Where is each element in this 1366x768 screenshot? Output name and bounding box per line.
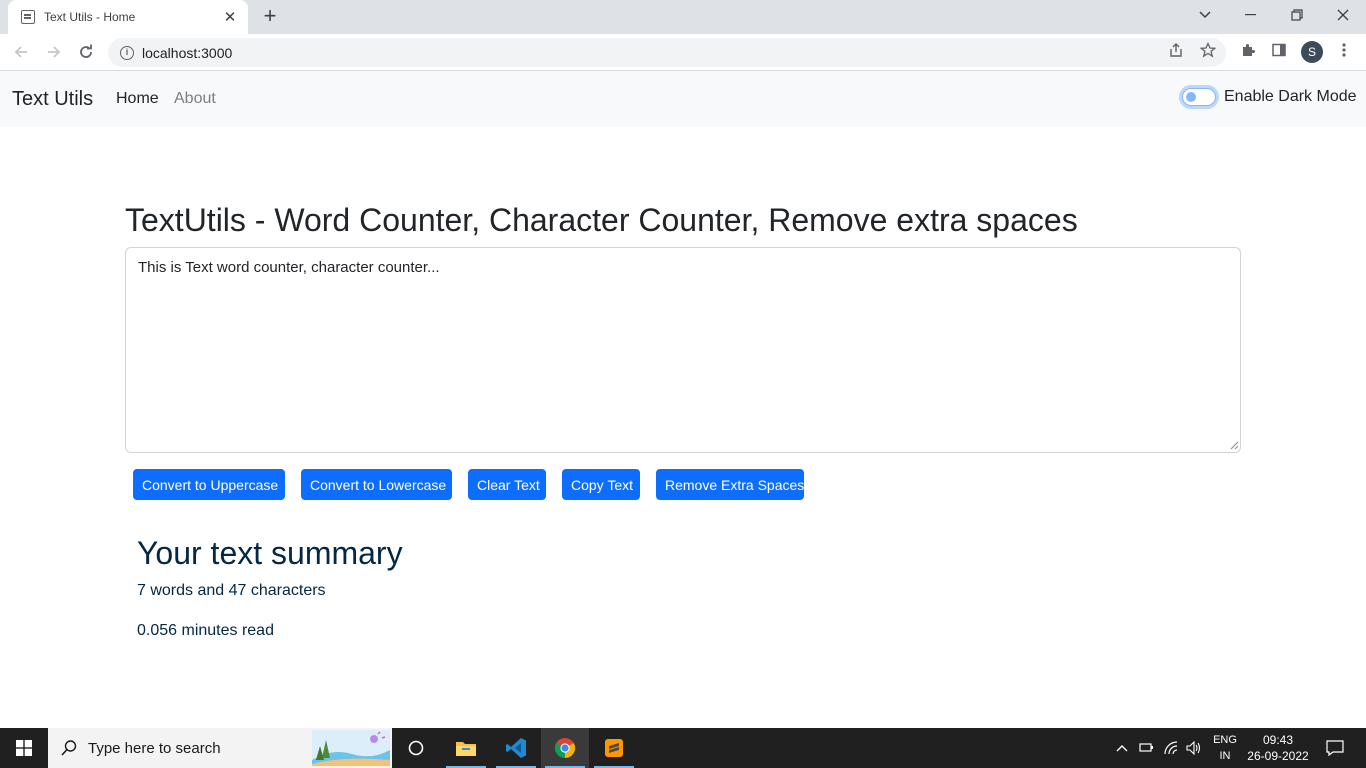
language-code: ENG (1213, 734, 1237, 746)
text-input-area[interactable]: This is Text word counter, character cou… (125, 247, 1241, 453)
input-language[interactable]: ENG IN (1208, 732, 1242, 764)
clock-date: 26-09-2022 (1247, 749, 1309, 763)
network-icon[interactable] (1161, 728, 1183, 768)
show-hidden-icons-icon[interactable] (1113, 728, 1131, 768)
word-char-count: 7 words and 47 characters (137, 582, 326, 599)
read-time: 0.056 minutes read (137, 622, 274, 639)
file-explorer-icon[interactable] (442, 728, 490, 768)
volume-icon[interactable] (1184, 728, 1204, 768)
notification-center-icon[interactable] (1318, 728, 1352, 768)
dark-mode-toggle[interactable]: Enable Dark Mode (1182, 88, 1357, 106)
summary-heading: Your text summary (137, 535, 403, 571)
reload-icon[interactable] (74, 40, 98, 64)
power-icon[interactable] (1136, 728, 1156, 768)
profile-avatar[interactable]: S (1301, 41, 1323, 63)
browser-tabstrip: Text Utils - Home ✕ + (0, 0, 1366, 34)
page-title: TextUtils - Word Counter, Character Coun… (125, 202, 1078, 238)
extensions-icon[interactable] (1239, 41, 1257, 59)
close-window-icon[interactable] (1320, 0, 1366, 30)
dark-mode-label[interactable]: Enable Dark Mode (1224, 88, 1357, 106)
remove-extra-spaces-button[interactable]: Remove Extra Spaces (656, 469, 804, 500)
region-code: IN (1219, 750, 1231, 762)
resize-grip-icon[interactable] (1230, 441, 1239, 450)
system-clock[interactable]: 09:43 26-09-2022 (1244, 732, 1312, 764)
search-icon (61, 740, 77, 756)
browser-tab[interactable]: Text Utils - Home ✕ (8, 0, 248, 34)
windows-start-icon[interactable] (0, 728, 48, 768)
taskbar-search[interactable]: Type here to search (48, 728, 392, 768)
navbar-brand[interactable]: Text Utils (12, 88, 93, 111)
forward-icon[interactable] (42, 40, 66, 64)
app-navbar: Text Utils Home About Enable Dark Mode (0, 71, 1366, 127)
uppercase-button[interactable]: Convert to Uppercase (133, 469, 285, 500)
address-bar[interactable]: i localhost:3000 (108, 38, 1226, 67)
search-highlight-illustration (312, 730, 390, 766)
copy-text-button[interactable]: Copy Text (562, 469, 640, 500)
share-icon[interactable] (1167, 41, 1185, 59)
back-icon[interactable] (9, 40, 33, 64)
restore-icon[interactable] (1274, 0, 1320, 30)
clock-time: 09:43 (1262, 733, 1294, 747)
sublime-text-icon[interactable] (590, 728, 638, 768)
tab-search-icon[interactable] (1182, 0, 1228, 30)
search-placeholder: Type here to search (88, 739, 221, 757)
lowercase-button[interactable]: Convert to Lowercase (301, 469, 452, 500)
side-panel-icon[interactable] (1270, 41, 1288, 59)
nav-link-about[interactable]: About (174, 90, 216, 108)
close-tab-icon[interactable]: ✕ (222, 8, 238, 26)
chrome-icon[interactable] (541, 728, 589, 768)
site-info-icon[interactable]: i (120, 45, 134, 60)
task-view-icon[interactable] (392, 728, 440, 768)
page-favicon-icon (21, 10, 35, 24)
vscode-icon[interactable] (492, 728, 540, 768)
address-url: localhost:3000 (142, 44, 233, 61)
new-tab-icon[interactable]: + (258, 4, 282, 28)
bookmark-star-icon[interactable] (1199, 41, 1217, 59)
browser-toolbar: i localhost:3000 S (0, 34, 1366, 71)
tab-title: Text Utils - Home (44, 10, 136, 24)
clear-text-button[interactable]: Clear Text (468, 469, 546, 500)
browser-menu-icon[interactable] (1335, 41, 1353, 59)
nav-link-home[interactable]: Home (116, 90, 159, 108)
minimize-icon[interactable] (1228, 0, 1274, 30)
taskbar: Type here to search ENG IN 09:43 26-09-2… (0, 728, 1366, 768)
dark-mode-switch[interactable] (1182, 88, 1216, 106)
